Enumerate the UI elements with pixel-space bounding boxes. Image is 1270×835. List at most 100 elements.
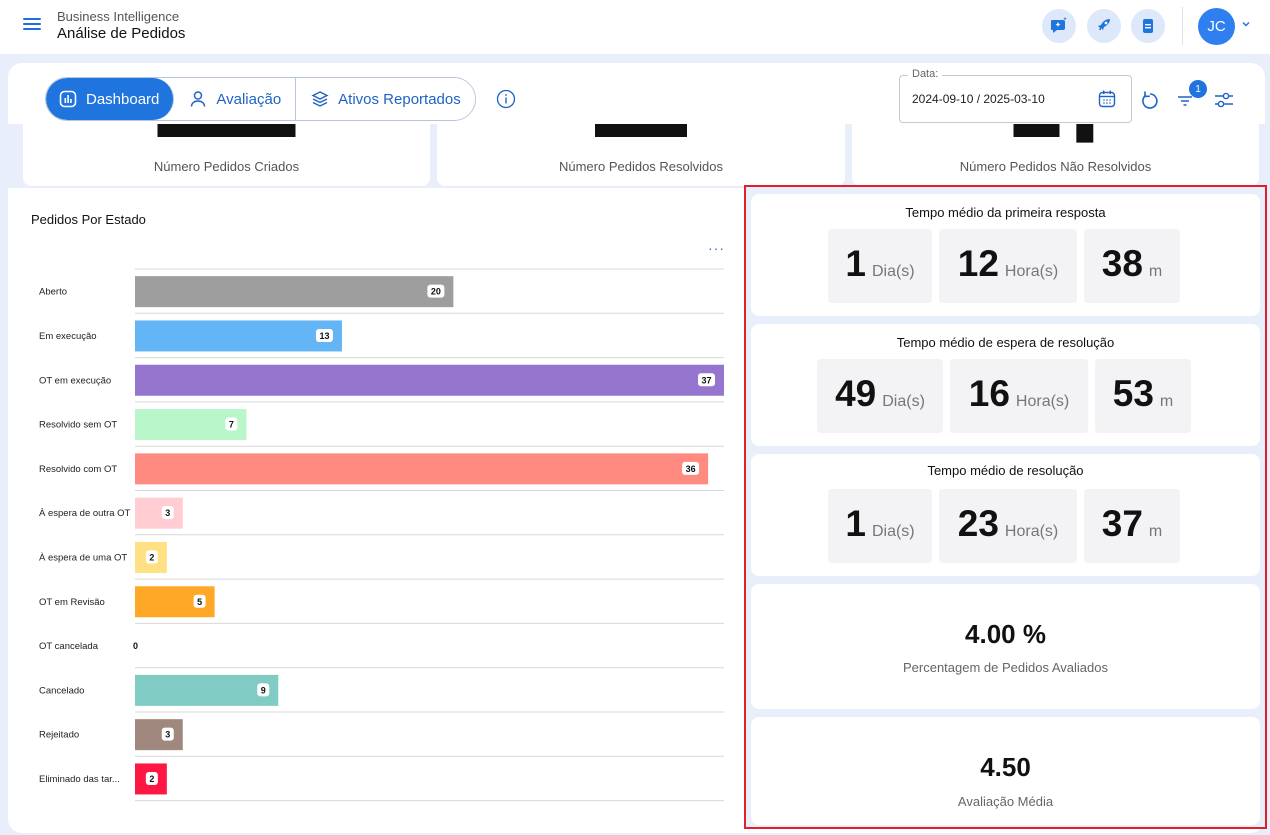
hours-unit: Hora(s) [1004, 523, 1059, 540]
average-rating-label: Avaliação Média [957, 794, 1054, 809]
date-label: Data: [908, 68, 943, 80]
category-label: Resolvido sem OT [39, 420, 117, 431]
kpi-unresolved: ▬ ▮ Número Pedidos Não Resolvidos [852, 124, 1259, 186]
minutes-value: 38 [1101, 243, 1143, 284]
info-icon[interactable] [496, 89, 516, 109]
category-label: Em execução [39, 331, 97, 342]
bar[interactable] [135, 276, 454, 308]
minutes-unit: m [1148, 523, 1163, 540]
document-icon[interactable] [1131, 9, 1165, 43]
menu-icon[interactable] [23, 16, 41, 32]
kpi-value-cutoff: ▬▬▬ [23, 124, 430, 144]
metric-resolution-wait: Tempo médio de espera de resolução 49 Dia… [751, 324, 1260, 446]
sliders-icon[interactable] [1212, 88, 1236, 112]
minutes-tile: 37 m [1084, 489, 1180, 563]
category-label: Resolvido com OT [39, 464, 117, 475]
kpi-value-cutoff: ▬ ▮ [852, 124, 1259, 144]
days-tile: 1 Dia(s) [828, 229, 932, 303]
category-label: Rejeitado [39, 730, 79, 741]
minutes-value: 53 [1112, 373, 1154, 414]
tab-label: Ativos Reportados [338, 90, 461, 108]
value-label: 0 [133, 641, 138, 651]
value-label: 2 [149, 552, 154, 562]
average-rating-value: 4.50 [980, 752, 1031, 782]
days-unit: Dia(s) [882, 393, 925, 410]
category-label: À espera de uma OT [39, 552, 127, 563]
page-title: Análise de Pedidos [57, 25, 186, 42]
kpi-label: Número Pedidos Não Resolvidos [959, 159, 1152, 174]
value-label: 3 [165, 508, 170, 518]
rocket-icon[interactable] [1087, 9, 1121, 43]
category-label: À espera de outra OT [39, 508, 131, 519]
days-unit: Dia(s) [871, 523, 915, 540]
minutes-value: 37 [1101, 503, 1143, 544]
bar-chart: Aberto 20Em execução 13OT em execução 37Res… [39, 268, 724, 802]
rated-percentage-label: Percentagem de Pedidos Avaliados [902, 660, 1108, 675]
days-tile: 49 Dia(s) [817, 359, 943, 433]
bar[interactable] [135, 674, 279, 706]
metric-average-rating: 4.50 Avaliação Média [751, 717, 1260, 825]
layers-icon [311, 91, 329, 107]
kpi-created: ▬▬▬ Número Pedidos Criados [23, 124, 430, 186]
person-icon [191, 91, 206, 107]
value-label: 5 [197, 597, 202, 607]
hours-tile: 16 Hora(s) [950, 359, 1088, 433]
view-tabs: Dashboard Avaliação Ativos Reportados [45, 77, 476, 121]
app-subtitle: Business Intelligence [57, 9, 180, 24]
value-label: 7 [229, 420, 234, 430]
top-bar: Business Intelligence Análise de Pedidos… [0, 0, 1270, 54]
metric-title: Tempo médio da primeira resposta [905, 205, 1106, 220]
chat-sparkle-icon[interactable] [1042, 9, 1076, 43]
rated-percentage-value: 4.00 % [965, 619, 1046, 649]
filter-count-badge: 1 [1189, 80, 1207, 98]
metric-title: Tempo médio de resolução [927, 463, 1084, 478]
category-label: OT em execução [39, 375, 111, 386]
hours-value: 23 [957, 503, 999, 544]
date-range-value[interactable]: 2024-09-10 / 2025-03-10 [912, 92, 1045, 106]
days-value: 49 [835, 373, 877, 414]
divider [1182, 7, 1183, 45]
chevron-down-icon[interactable] [1240, 18, 1252, 30]
days-value: 1 [845, 243, 866, 284]
minutes-unit: m [1159, 393, 1174, 410]
bar[interactable] [135, 719, 183, 751]
tab-avaliacao[interactable]: Avaliação [174, 78, 297, 120]
bar[interactable] [135, 320, 342, 352]
metric-resolution: Tempo médio de resolução 1 Dia(s) 23 Hora(… [751, 454, 1260, 576]
avatar[interactable]: JC [1198, 8, 1235, 45]
value-label: 9 [261, 685, 266, 695]
bar[interactable] [135, 364, 724, 396]
category-label: Cancelado [39, 685, 84, 696]
kpi-label: Número Pedidos Criados [153, 159, 300, 174]
tab-dashboard[interactable]: Dashboard [46, 78, 175, 120]
days-unit: Dia(s) [871, 263, 915, 280]
category-label: Eliminado das tar... [39, 774, 120, 785]
dashboard-icon [59, 90, 77, 108]
bar[interactable] [135, 453, 709, 485]
minutes-tile: 38 m [1084, 229, 1180, 303]
refresh-icon[interactable] [1139, 89, 1161, 111]
hours-tile: 12 Hora(s) [939, 229, 1077, 303]
value-label: 36 [686, 464, 696, 474]
more-options-icon[interactable]: ··· [708, 240, 725, 256]
value-label: 20 [431, 287, 441, 297]
metric-title: Tempo médio de espera de resolução [896, 335, 1115, 350]
value-label: 37 [701, 375, 711, 385]
metric-first-response: Tempo médio da primeira resposta 1 Dia(s)… [751, 194, 1260, 316]
chart-title: Pedidos Por Estado [31, 212, 146, 227]
hours-unit: Hora(s) [1015, 393, 1070, 410]
minutes-tile: 53 m [1095, 359, 1191, 433]
days-tile: 1 Dia(s) [828, 489, 932, 563]
metric-rated-percentage: 4.00 % Percentagem de Pedidos Avaliados [751, 584, 1260, 709]
category-label: OT em Revisão [39, 597, 105, 608]
kpi-row: ▬▬▬ Número Pedidos Criados ▬▬ Número Ped… [0, 124, 1270, 188]
calendar-icon[interactable] [1097, 89, 1117, 109]
tab-label: Avaliação [216, 90, 282, 108]
metrics-panel: Tempo médio da primeira resposta 1 Dia(s)… [744, 185, 1267, 829]
kpi-resolved: ▬▬ Número Pedidos Resolvidos [437, 124, 845, 186]
tab-ativos-reportados[interactable]: Ativos Reportados [296, 78, 475, 120]
bar[interactable] [135, 497, 183, 529]
kpi-value-cutoff: ▬▬ [437, 124, 845, 144]
tab-label: Dashboard [86, 90, 160, 108]
category-label: OT cancelada [39, 641, 99, 652]
